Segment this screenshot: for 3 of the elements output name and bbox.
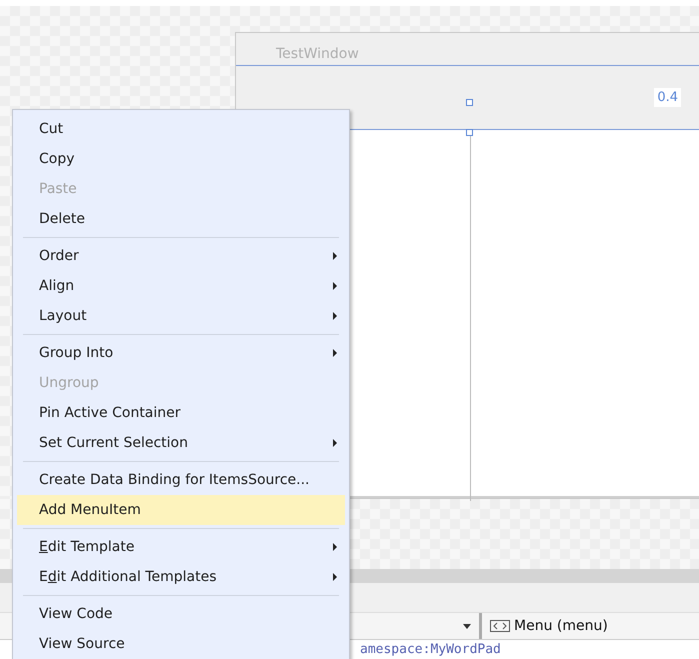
ruler-value: 0.4 [654, 88, 681, 108]
code-text: amespace:MyWordPad [360, 643, 501, 656]
window-title: TestWindow [275, 45, 360, 64]
